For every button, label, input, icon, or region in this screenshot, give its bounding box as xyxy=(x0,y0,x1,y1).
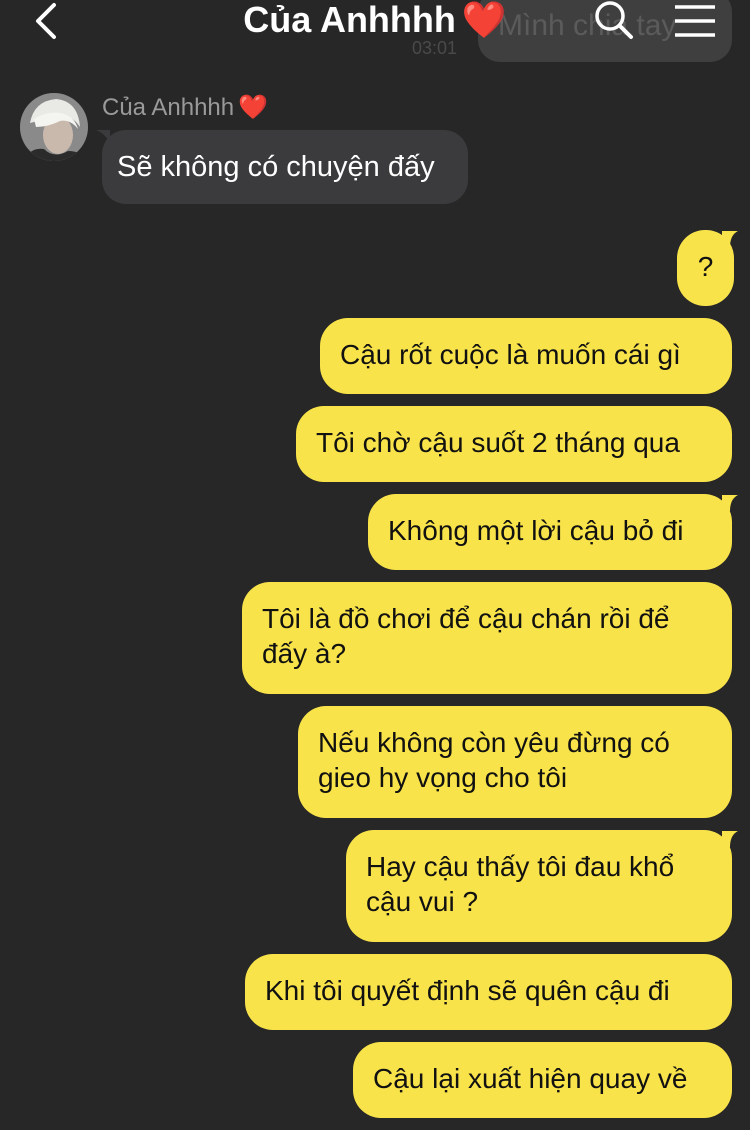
avatar-image xyxy=(20,93,88,161)
outgoing-message-bubble[interactable]: Cậu lại xuất hiện quay về xyxy=(353,1042,732,1118)
outgoing-message-bubble[interactable]: Cậu rốt cuộc là muốn cái gì xyxy=(320,318,732,394)
hamburger-menu-icon[interactable] xyxy=(674,4,716,38)
avatar[interactable] xyxy=(20,93,88,161)
incoming-message-bubble[interactable]: Sẽ không có chuyện đấy xyxy=(102,130,468,204)
outgoing-message-bubble[interactable]: Khi tôi quyết định sẽ quên cậu đi xyxy=(245,954,732,1030)
sender-name: Của Anhhhh ❤️ xyxy=(102,94,268,122)
chat-title-text: Của Anhhhh xyxy=(243,0,456,40)
outgoing-message-bubble[interactable]: Nếu không còn yêu đừng có gieo hy vọng c… xyxy=(298,706,732,818)
chat-header: Của Anhhhh ❤️ xyxy=(0,0,750,45)
outgoing-message-bubble[interactable]: ? xyxy=(677,230,734,306)
heart-icon: ❤️ xyxy=(238,94,269,121)
outgoing-message-bubble[interactable]: Không một lời cậu bỏ đi xyxy=(368,494,732,570)
chat-screen: Mình chia tay 03:01 Của Anhhhh ❤️ Của An… xyxy=(0,0,750,1130)
search-icon[interactable] xyxy=(594,0,634,40)
outgoing-message-bubble[interactable]: Tôi là đồ chơi để cậu chán rồi để đấy à? xyxy=(242,582,732,694)
sender-name-text: Của Anhhhh xyxy=(102,94,235,121)
chat-title: Của Anhhhh ❤️ xyxy=(0,0,750,40)
outgoing-message-bubble[interactable]: Hay cậu thấy tôi đau khổ cậu vui ? xyxy=(346,830,732,942)
outgoing-message-bubble[interactable]: Tôi chờ cậu suốt 2 tháng qua xyxy=(296,406,732,482)
heart-icon: ❤️ xyxy=(461,0,507,40)
